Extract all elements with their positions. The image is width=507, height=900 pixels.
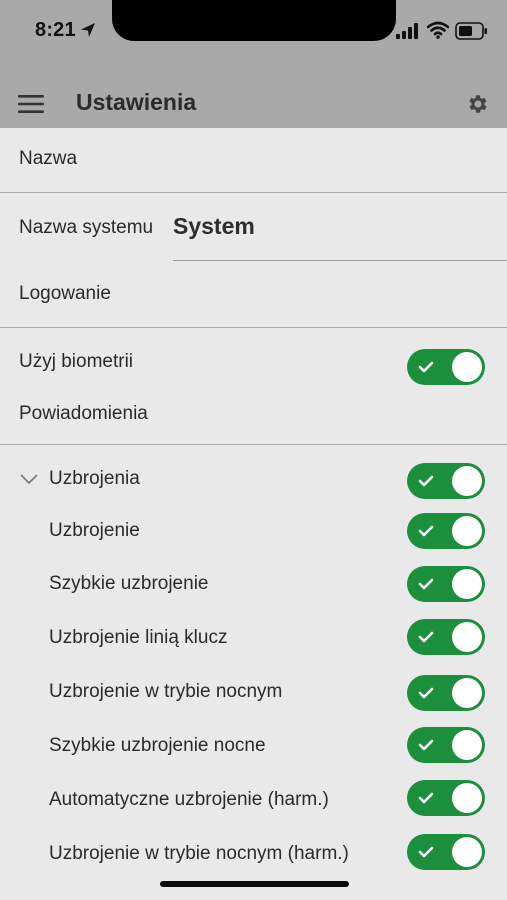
- arming-item-toggle[interactable]: [407, 780, 485, 816]
- divider: [0, 192, 507, 193]
- arming-item-toggle[interactable]: [407, 675, 485, 711]
- checkmark-icon: [418, 792, 434, 804]
- divider: [0, 327, 507, 328]
- arming-item-label: Uzbrojenie: [49, 520, 140, 541]
- status-time: 8:21: [35, 19, 76, 41]
- chevron-down-icon[interactable]: [20, 473, 38, 485]
- device-notch: [112, 0, 396, 41]
- page-title: Ustawienia: [76, 89, 197, 115]
- arming-item-toggle[interactable]: [407, 566, 485, 602]
- arming-item-toggle[interactable]: [407, 513, 485, 549]
- biometrics-toggle[interactable]: [407, 349, 485, 385]
- divider: [0, 444, 507, 445]
- system-name-input[interactable]: System: [173, 213, 255, 240]
- biometrics-label: Użyj biometrii: [19, 351, 134, 372]
- toggle-knob: [452, 837, 482, 867]
- location-arrow-icon: [81, 23, 95, 37]
- section-name-header: Nazwa: [19, 148, 78, 169]
- checkmark-icon: [418, 739, 434, 751]
- home-indicator[interactable]: [160, 881, 349, 887]
- arming-item-label: Szybkie uzbrojenie: [49, 573, 209, 594]
- checkmark-icon: [418, 578, 434, 590]
- arming-item-label: Uzbrojenie linią klucz: [49, 627, 228, 648]
- arming-item-label: Uzbrojenie w trybie nocnym: [49, 681, 283, 702]
- arming-item-toggle[interactable]: [407, 619, 485, 655]
- checkmark-icon: [418, 361, 434, 373]
- toggle-knob: [452, 783, 482, 813]
- arming-item-toggle[interactable]: [407, 834, 485, 870]
- battery-icon: [455, 22, 487, 40]
- toggle-knob: [452, 466, 482, 496]
- app-header: 8:21 Ustawienia: [0, 0, 507, 128]
- system-name-underline: [173, 260, 507, 261]
- toggle-knob: [452, 678, 482, 708]
- gear-icon[interactable]: [465, 92, 489, 116]
- arming-item-label: Szybkie uzbrojenie nocne: [49, 735, 266, 756]
- checkmark-icon: [418, 525, 434, 537]
- toggle-knob: [452, 730, 482, 760]
- checkmark-icon: [418, 687, 434, 699]
- arming-item-label: Uzbrojenie w trybie nocnym (harm.): [49, 843, 349, 864]
- arming-group-label: Uzbrojenia: [49, 468, 140, 489]
- system-name-label: Nazwa systemu: [19, 217, 154, 238]
- arming-item-toggle[interactable]: [407, 727, 485, 763]
- arming-group-toggle[interactable]: [407, 463, 485, 499]
- arming-item-label: Automatyczne uzbrojenie (harm.): [49, 789, 329, 810]
- toggle-knob: [452, 352, 482, 382]
- section-notifications-header: Powiadomienia: [19, 403, 148, 424]
- section-login-header: Logowanie: [19, 283, 111, 304]
- toggle-knob: [452, 569, 482, 599]
- checkmark-icon: [418, 475, 434, 487]
- hamburger-menu-icon[interactable]: [18, 94, 44, 114]
- checkmark-icon: [418, 631, 434, 643]
- checkmark-icon: [418, 846, 434, 858]
- toggle-knob: [452, 622, 482, 652]
- cellular-signal-icon: [396, 23, 418, 39]
- wifi-icon: [427, 21, 449, 39]
- toggle-knob: [452, 516, 482, 546]
